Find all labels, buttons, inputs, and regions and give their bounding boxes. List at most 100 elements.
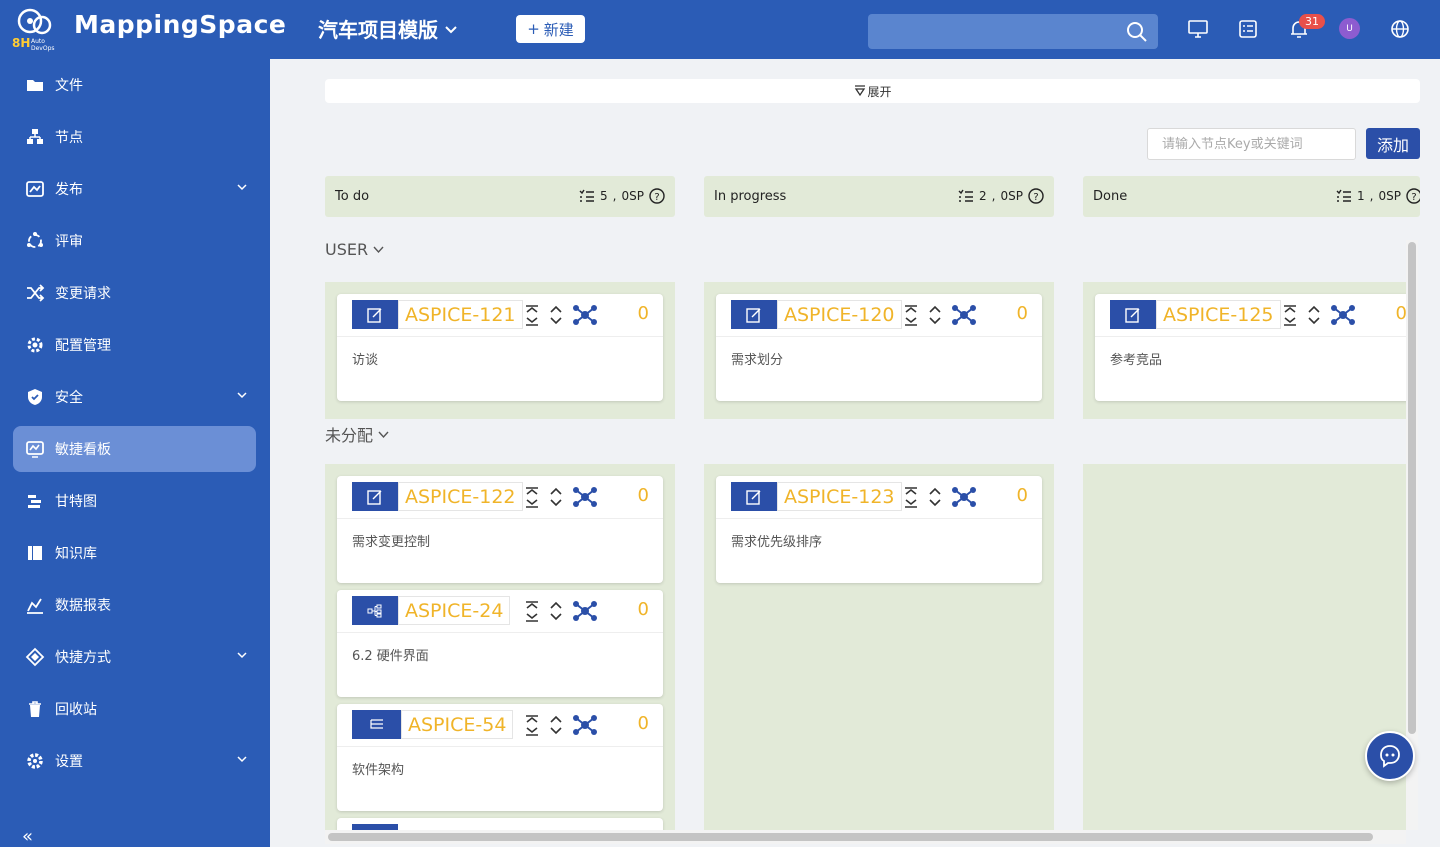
sidebar-item-agile-board[interactable]: 敏捷看板 bbox=[13, 426, 256, 472]
swimlane-toggle-user[interactable]: USER bbox=[325, 240, 385, 259]
card-count: 0 bbox=[637, 303, 649, 324]
card[interactable]: ASPICE-54 0 软件架构 bbox=[337, 704, 663, 811]
card-header: ASPICE-121 0 bbox=[337, 294, 663, 337]
sort-icon[interactable] bbox=[524, 304, 540, 326]
card-actions bbox=[524, 714, 598, 736]
card-key[interactable]: ASPICE-121 bbox=[398, 300, 523, 329]
expand-icon[interactable] bbox=[548, 714, 564, 736]
sort-icon[interactable] bbox=[903, 486, 919, 508]
network-icon[interactable] bbox=[572, 714, 598, 736]
monitor-icon[interactable] bbox=[1187, 18, 1209, 40]
help-icon[interactable]: ? bbox=[1028, 188, 1044, 204]
card-key[interactable]: ASPICE-120 bbox=[777, 300, 902, 329]
release-icon bbox=[26, 181, 44, 197]
card-key[interactable]: ASPICE-54 bbox=[401, 710, 514, 739]
sidebar-item-files[interactable]: 文件 bbox=[13, 62, 256, 108]
scrollbar-thumb[interactable] bbox=[328, 833, 1373, 841]
horizontal-scrollbar[interactable] bbox=[325, 830, 1406, 844]
chevron-down-icon bbox=[237, 184, 247, 191]
tasks-icon[interactable] bbox=[1237, 18, 1259, 40]
hierarchy-icon bbox=[352, 596, 398, 625]
sort-icon[interactable] bbox=[1282, 304, 1298, 326]
card-header: ASPICE-125 0 bbox=[1095, 294, 1406, 337]
sidebar-item-change-request[interactable]: 变更请求 bbox=[13, 270, 256, 316]
card-header: ASPICE-120 0 bbox=[716, 294, 1042, 337]
network-icon[interactable] bbox=[572, 304, 598, 326]
node-key-input[interactable] bbox=[1147, 128, 1356, 160]
project-selector[interactable]: 汽车项目模版 bbox=[318, 14, 458, 43]
network-icon[interactable] bbox=[951, 486, 977, 508]
network-icon[interactable] bbox=[951, 304, 977, 326]
expand-icon[interactable] bbox=[548, 486, 564, 508]
sidebar-item-review[interactable]: 评审 bbox=[13, 218, 256, 264]
config-icon bbox=[27, 337, 43, 353]
sort-icon[interactable] bbox=[524, 486, 540, 508]
add-button[interactable]: 添加 bbox=[1366, 128, 1420, 159]
sidebar-item-config[interactable]: 配置管理 bbox=[13, 322, 256, 368]
expand-filter-bar[interactable]: 展开 bbox=[325, 79, 1420, 103]
card[interactable]: ASPICE-125 0 参考竞品 bbox=[1095, 294, 1406, 401]
expand-icon[interactable] bbox=[1306, 304, 1322, 326]
sort-icon[interactable] bbox=[903, 304, 919, 326]
help-icon[interactable]: ? bbox=[649, 188, 665, 204]
sidebar-item-reports[interactable]: 数据报表 bbox=[13, 582, 256, 628]
column-stats: 2, 0SP ? bbox=[958, 188, 1044, 204]
card[interactable]: ASPICE-120 0 需求划分 bbox=[716, 294, 1042, 401]
card-count: 0 bbox=[1016, 303, 1028, 324]
sidebar-item-nodes[interactable]: 节点 bbox=[13, 114, 256, 160]
card-title: 参考竞品 bbox=[1110, 353, 1163, 368]
card-key[interactable]: ASPICE-122 bbox=[398, 482, 523, 511]
sidebar-item-release[interactable]: 发布 bbox=[13, 166, 256, 212]
sidebar-item-security[interactable]: 安全 bbox=[13, 374, 256, 420]
scrollbar-thumb[interactable] bbox=[1408, 242, 1416, 734]
new-button[interactable]: + 新建 bbox=[516, 15, 585, 43]
sidebar-item-trash[interactable]: 回收站 bbox=[13, 686, 256, 732]
sidebar-item-gantt[interactable]: 甘特图 bbox=[13, 478, 256, 524]
card-actions bbox=[524, 600, 598, 622]
sidebar-item-label: 敏捷看板 bbox=[55, 442, 111, 458]
card-key[interactable]: ASPICE-123 bbox=[777, 482, 902, 511]
card[interactable]: ASPICE-121 0 访谈 bbox=[337, 294, 663, 401]
expand-icon[interactable] bbox=[548, 600, 564, 622]
sidebar-item-settings[interactable]: 设置 bbox=[13, 738, 256, 784]
card[interactable]: ASPICE-123 0 需求优先级排序 bbox=[716, 476, 1042, 583]
gear-icon bbox=[27, 753, 43, 769]
new-button-label: 新建 bbox=[543, 20, 574, 39]
expand-icon[interactable] bbox=[927, 486, 943, 508]
sidebar-item-label: 文件 bbox=[55, 78, 83, 94]
hierarchy-icon bbox=[27, 129, 43, 144]
network-icon[interactable] bbox=[572, 486, 598, 508]
chevron-down-icon bbox=[237, 392, 247, 399]
expand-label: 展开 bbox=[867, 84, 892, 99]
swimlane-toggle-unassigned[interactable]: 未分配 bbox=[325, 422, 390, 446]
sort-icon[interactable] bbox=[524, 714, 540, 736]
column-sp: 0SP bbox=[621, 189, 645, 203]
assistant-button[interactable] bbox=[1365, 731, 1415, 781]
card-partial[interactable] bbox=[337, 818, 663, 830]
globe-icon[interactable] bbox=[1389, 18, 1411, 40]
card[interactable]: ASPICE-24 0 6.2 硬件界面 bbox=[337, 590, 663, 697]
sidebar-item-shortcuts[interactable]: 快捷方式 bbox=[13, 634, 256, 680]
search-icon[interactable] bbox=[1126, 21, 1148, 43]
column-count: 1 bbox=[1357, 189, 1365, 203]
expand-icon[interactable] bbox=[927, 304, 943, 326]
network-icon[interactable] bbox=[572, 600, 598, 622]
sidebar-item-label: 回收站 bbox=[55, 702, 97, 718]
column-count: 2 bbox=[979, 189, 987, 203]
collapse-sidebar-icon[interactable]: « bbox=[22, 826, 33, 847]
column-header-todo: To do 5, 0SP ? bbox=[325, 176, 675, 217]
card-key[interactable]: ASPICE-24 bbox=[398, 596, 511, 625]
card-title: 访谈 bbox=[352, 353, 379, 368]
sort-icon[interactable] bbox=[524, 600, 540, 622]
card[interactable]: ASPICE-122 0 需求变更控制 bbox=[337, 476, 663, 583]
card-key[interactable]: ASPICE-125 bbox=[1156, 300, 1281, 329]
expand-icon[interactable] bbox=[548, 304, 564, 326]
avatar[interactable]: U bbox=[1339, 18, 1360, 39]
sidebar-item-label: 数据报表 bbox=[55, 598, 111, 614]
help-icon[interactable]: ? bbox=[1406, 188, 1420, 204]
network-icon[interactable] bbox=[1330, 304, 1356, 326]
card-title: 需求划分 bbox=[731, 353, 784, 368]
global-search-input[interactable] bbox=[868, 14, 1158, 49]
sidebar-item-knowledge[interactable]: 知识库 bbox=[13, 530, 256, 576]
column-name: Done bbox=[1093, 189, 1128, 204]
